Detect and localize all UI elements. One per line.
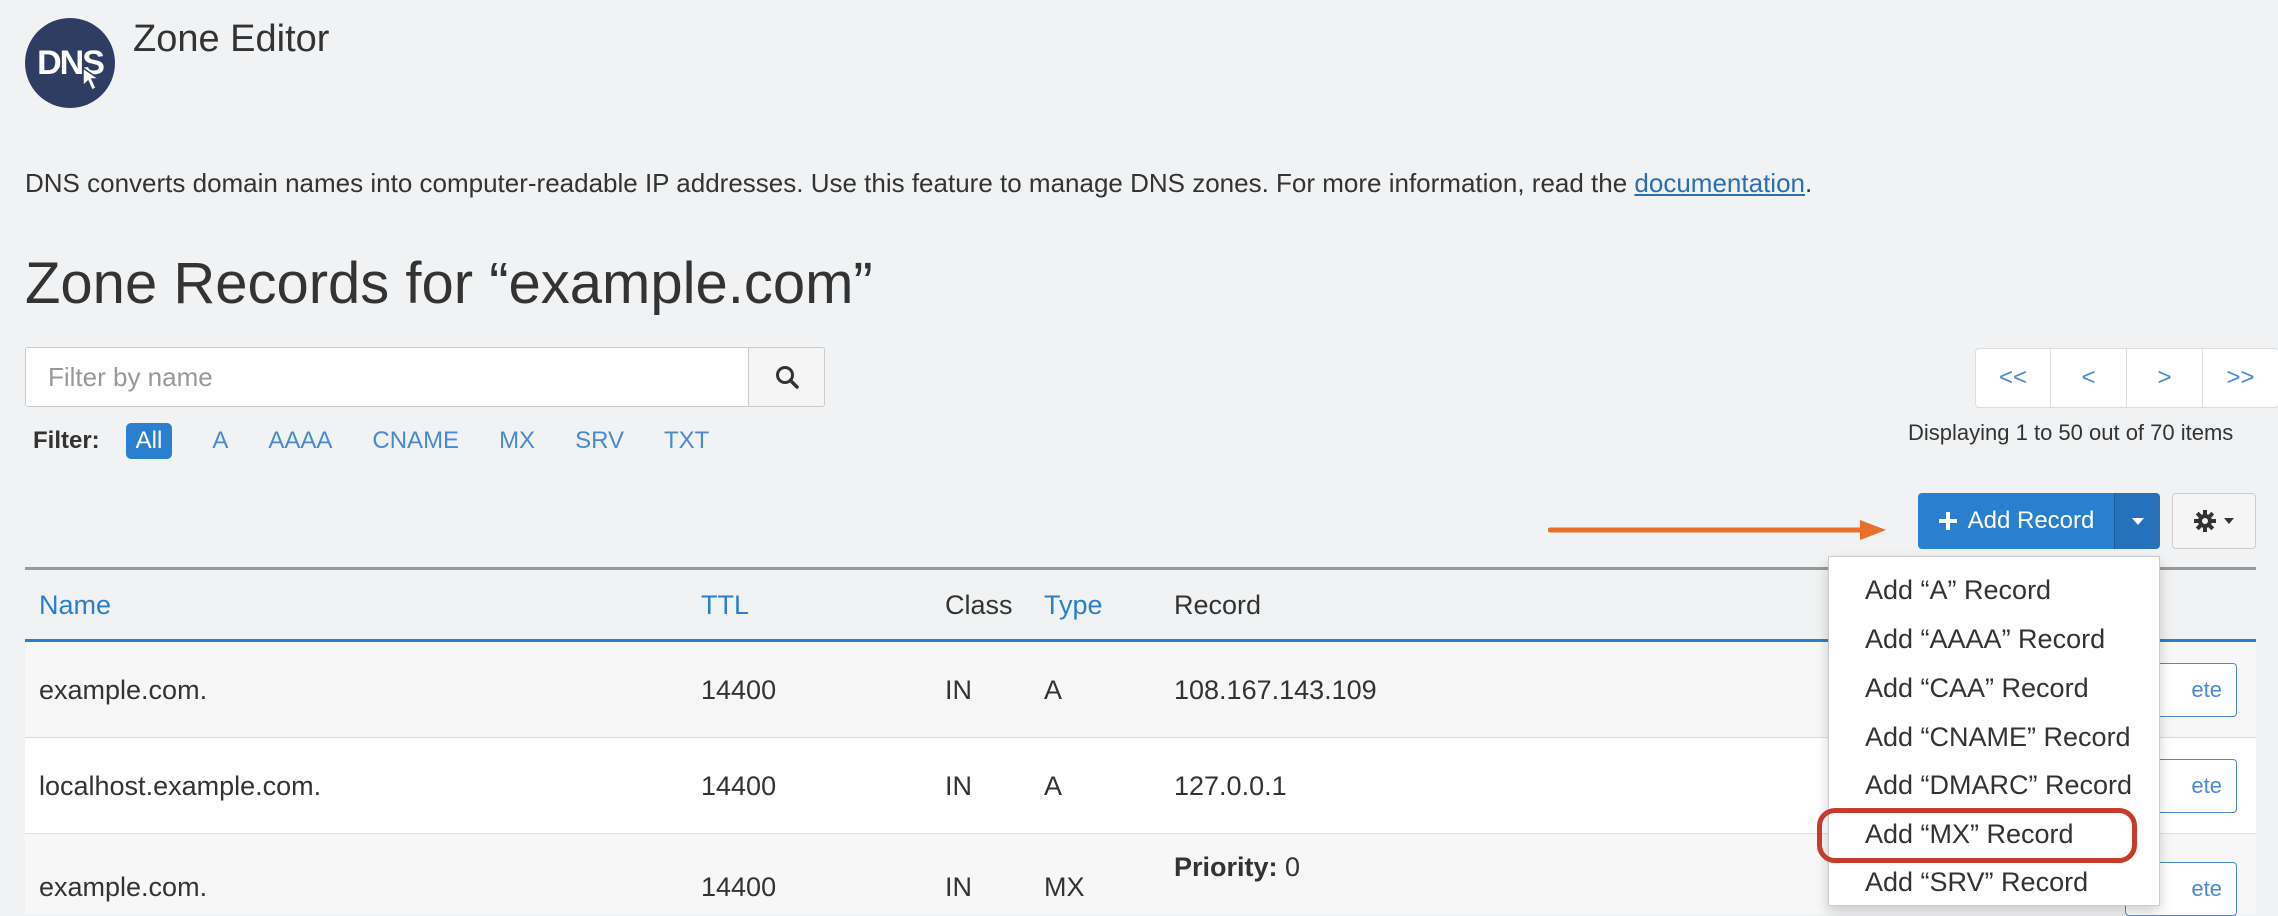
filter-chip-cname[interactable]: CNAME bbox=[372, 425, 459, 457]
column-ttl[interactable]: TTL bbox=[701, 590, 749, 621]
search-input[interactable] bbox=[25, 347, 749, 407]
column-name[interactable]: Name bbox=[39, 590, 111, 621]
record-class: IN bbox=[945, 675, 972, 705]
record-ttl: 14400 bbox=[701, 771, 777, 801]
record-value: 108.167.143.109 bbox=[1174, 675, 1377, 705]
gear-icon bbox=[2194, 510, 2216, 532]
caret-down-icon bbox=[2131, 518, 2144, 525]
menu-item-add-srv[interactable]: Add “SRV” Record bbox=[1865, 867, 2088, 898]
record-type: A bbox=[1044, 675, 1063, 705]
menu-item-add-caa[interactable]: Add “CAA” Record bbox=[1865, 673, 2089, 704]
filter-chip-all[interactable]: All bbox=[125, 423, 173, 459]
filter-chip-a[interactable]: A bbox=[212, 425, 228, 457]
record-name: example.com. bbox=[39, 872, 208, 902]
next-page-button[interactable]: > bbox=[2127, 348, 2203, 408]
filter-label: Filter: bbox=[33, 427, 100, 454]
record-ttl: 14400 bbox=[701, 675, 777, 705]
annotation-arrow bbox=[1548, 520, 1886, 540]
column-class: Class bbox=[945, 590, 1013, 620]
settings-button[interactable] bbox=[2172, 493, 2256, 549]
prev-page-button[interactable]: < bbox=[2051, 348, 2127, 408]
add-record-button[interactable]: Add Record bbox=[1918, 493, 2114, 549]
pagination: << < > >> bbox=[1975, 348, 2278, 408]
search-button[interactable] bbox=[748, 347, 825, 407]
menu-item-add-aaaa[interactable]: Add “AAAA” Record bbox=[1865, 624, 2105, 655]
priority-value: 0 bbox=[1285, 852, 1301, 882]
record-class: IN bbox=[945, 771, 972, 801]
documentation-link[interactable]: documentation bbox=[1634, 168, 1805, 198]
record-name: example.com. bbox=[39, 675, 208, 705]
intro-suffix: . bbox=[1804, 168, 1813, 198]
first-page-button[interactable]: << bbox=[1975, 348, 2051, 408]
record-type: A bbox=[1044, 771, 1063, 801]
search-icon bbox=[775, 366, 799, 389]
add-record-menu: Add “A” Record Add “AAAA” Record Add “CA… bbox=[1828, 556, 2160, 906]
record-ttl: 14400 bbox=[701, 872, 777, 902]
menu-item-add-dmarc[interactable]: Add “DMARC” Record bbox=[1865, 770, 2132, 801]
search-group bbox=[25, 347, 825, 409]
column-record: Record bbox=[1174, 590, 1262, 620]
caret-down-icon bbox=[2224, 518, 2234, 524]
column-type[interactable]: Type bbox=[1044, 590, 1103, 621]
dns-logo: DNS bbox=[25, 18, 115, 108]
filter-chip-txt[interactable]: TXT bbox=[664, 425, 709, 457]
record-type: MX bbox=[1044, 872, 1085, 902]
menu-item-add-mx[interactable]: Add “MX” Record bbox=[1865, 819, 2074, 850]
record-value: 127.0.0.1 bbox=[1174, 771, 1287, 801]
intro-body: DNS converts domain names into computer-… bbox=[25, 168, 1635, 198]
app-title: Zone Editor bbox=[133, 18, 330, 60]
page-title: Zone Records for “example.com” bbox=[25, 251, 873, 316]
type-filter: Filter: All A AAAA CNAME MX SRV TXT bbox=[33, 423, 749, 459]
record-class: IN bbox=[945, 872, 972, 902]
cursor-icon bbox=[82, 66, 102, 92]
record-value: Priority: 0 bbox=[1174, 852, 1300, 883]
filter-chip-srv[interactable]: SRV bbox=[575, 425, 624, 457]
filter-chip-mx[interactable]: MX bbox=[499, 425, 535, 457]
menu-item-add-a[interactable]: Add “A” Record bbox=[1865, 575, 2051, 606]
add-record-label: Add Record bbox=[1967, 507, 2095, 534]
plus-icon bbox=[1938, 512, 1957, 530]
menu-item-add-cname[interactable]: Add “CNAME” Record bbox=[1865, 722, 2131, 753]
pagination-status: Displaying 1 to 50 out of 70 items bbox=[1908, 420, 2234, 445]
add-record-dropdown-toggle[interactable] bbox=[2114, 493, 2160, 549]
filter-chip-aaaa[interactable]: AAAA bbox=[268, 425, 332, 457]
intro-text: DNS converts domain names into computer-… bbox=[25, 168, 1812, 199]
record-name: localhost.example.com. bbox=[39, 771, 322, 801]
priority-label: Priority: bbox=[1174, 852, 1278, 882]
last-page-button[interactable]: >> bbox=[2203, 348, 2278, 408]
